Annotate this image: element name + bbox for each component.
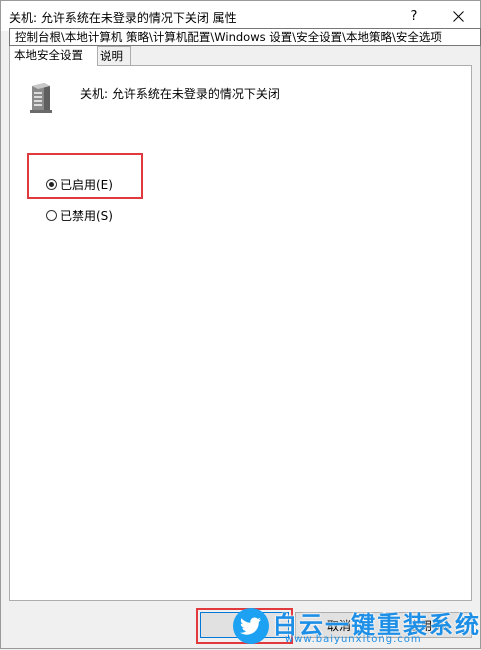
settings-panel: 关机: 允许系统在未登录的情况下关闭 已启用(E) 已禁用(S)	[9, 65, 472, 601]
help-icon: ?	[410, 8, 418, 24]
title-bar: 关机: 允许系统在未登录的情况下关闭 属性 ?	[1, 1, 480, 31]
help-button[interactable]: ?	[394, 1, 434, 31]
radio-unchecked-icon	[46, 210, 57, 221]
enabled-radio[interactable]: 已启用(E)	[46, 176, 113, 193]
window-title: 关机: 允许系统在未登录的情况下关闭 属性	[9, 11, 237, 25]
apply-button[interactable]: 应用(A)	[386, 612, 472, 638]
radio-checked-icon	[46, 179, 57, 190]
tab-label: 本地安全设置	[14, 48, 83, 62]
tab-explain[interactable]: 说明	[97, 46, 131, 66]
tooltip-text: 控制台根\本地计算机 策略\计算机配置\Windows 设置\安全设置\本地策略…	[15, 30, 442, 44]
tab-local-security-setting[interactable]: 本地安全设置	[9, 44, 98, 66]
close-button[interactable]	[438, 1, 478, 31]
enabled-label: 已启用(E)	[60, 178, 113, 192]
path-tooltip: 控制台根\本地计算机 策略\计算机配置\Windows 设置\安全设置\本地策略…	[9, 28, 481, 46]
policy-title: 关机: 允许系统在未登录的情况下关闭	[80, 87, 280, 101]
ok-button[interactable]	[200, 612, 289, 638]
cancel-button[interactable]: 取消	[295, 612, 383, 638]
properties-dialog: 关机: 允许系统在未登录的情况下关闭 属性 ? 本地安全设置 说明 控制台根\本…	[0, 0, 481, 649]
apply-label: 应用(A)	[408, 618, 450, 633]
disabled-label: 已禁用(S)	[60, 209, 113, 223]
cancel-label: 取消	[326, 618, 351, 633]
close-icon	[452, 10, 464, 22]
disabled-radio[interactable]: 已禁用(S)	[46, 207, 113, 224]
server-icon	[30, 83, 52, 113]
tab-label: 说明	[100, 49, 123, 63]
